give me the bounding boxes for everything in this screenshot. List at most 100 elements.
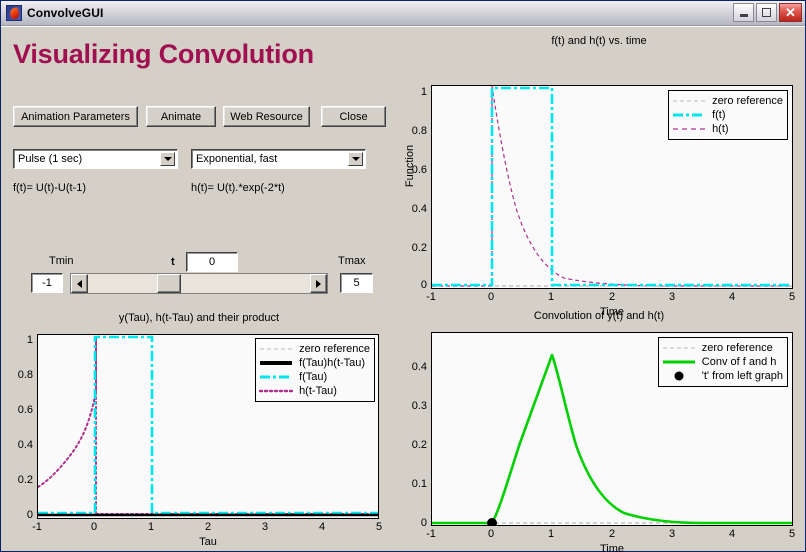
chart-product-axes: zero reference f(Tau)h(t-Tau) f(Tau) h(t… <box>37 334 379 519</box>
chart-ft-ht-title: f(t) and h(t) vs. time <box>551 35 647 47</box>
chevron-down-icon[interactable] <box>160 152 175 166</box>
ytick: 0 <box>420 517 427 529</box>
legend-item: f(Tau)h(t-Tau) <box>259 356 370 370</box>
xtick: 1 <box>547 528 555 540</box>
legend-label: f(Tau)h(t-Tau) <box>299 357 366 369</box>
legend-label: h(t) <box>712 123 729 135</box>
animation-parameters-button[interactable]: Animation Parameters <box>13 106 138 127</box>
minimize-button[interactable] <box>733 3 754 22</box>
tmax-value-field[interactable]: 5 <box>340 273 373 293</box>
title-bar: ConvolveGUI ✕ <box>1 1 805 26</box>
chart-product-legend: zero reference f(Tau)h(t-Tau) f(Tau) h(t… <box>255 338 375 402</box>
chart-convolution-title: Convolution of y(t) and h(t) <box>533 310 665 322</box>
client-area: Visualizing Convolution Animation Parame… <box>1 26 805 552</box>
chart-product-xlabel: Tau <box>199 536 217 548</box>
f-function-select[interactable]: Pulse (1 sec) <box>13 149 178 169</box>
f-function-select-value: Pulse (1 sec) <box>18 153 83 165</box>
legend-label: zero reference <box>712 95 783 107</box>
matlab-icon <box>6 5 22 21</box>
marker-swatch <box>662 370 696 382</box>
ytick: 0.1 <box>411 478 427 490</box>
zero-reference-swatch <box>672 95 706 107</box>
chart-ft-ht-legend: zero reference f(t) h(t) <box>668 90 788 140</box>
slider-right-arrow-button[interactable] <box>310 274 327 293</box>
xtick: -1 <box>426 291 436 303</box>
chart-convolution: Convolution of y(t) and h(t) 0.4 0.3 0.2… <box>397 310 801 552</box>
xtick: 4 <box>318 521 326 533</box>
web-resource-button[interactable]: Web Resource <box>223 106 310 127</box>
ytick: 0.3 <box>411 400 427 412</box>
tmax-label: Tmax <box>338 255 366 267</box>
t-label: t <box>171 256 175 268</box>
legend-item: 't' from left graph <box>662 369 783 383</box>
window-controls: ✕ <box>733 3 802 22</box>
chart-product-title: y(Tau), h(t-Tau) and their product <box>118 312 280 324</box>
close-button[interactable]: Close <box>321 106 386 127</box>
zero-reference-swatch <box>259 343 293 355</box>
legend-item: zero reference <box>259 342 370 356</box>
maximize-button[interactable] <box>756 3 777 22</box>
application-window: ConvolveGUI ✕ Visualizing Convolution An… <box>0 0 806 552</box>
maximize-icon <box>757 4 776 21</box>
ytick: 0.6 <box>17 404 33 416</box>
legend-item: f(Tau) <box>259 370 370 384</box>
ytick: 0.2 <box>411 242 427 254</box>
xtick: -1 <box>32 521 42 533</box>
ytick: 0 <box>26 509 33 521</box>
zero-reference-swatch <box>662 342 696 354</box>
legend-label: Conv of f and h <box>701 356 777 368</box>
ytick: 0.4 <box>411 203 427 215</box>
ytick: 0 <box>420 279 427 291</box>
legend-label: zero reference <box>701 342 773 354</box>
slider-left-arrow-button[interactable] <box>71 274 88 293</box>
legend-label: f(Tau) <box>299 371 328 383</box>
h-formula-text: h(t)= U(t).*exp(-2*t) <box>191 182 285 194</box>
chart-ft-ht-axes: zero reference f(t) h(t) <box>431 85 793 289</box>
product-swatch <box>259 357 293 369</box>
legend-item: zero reference <box>662 341 783 355</box>
ht-swatch <box>672 123 706 135</box>
xtick: 5 <box>788 528 796 540</box>
animate-button[interactable]: Animate <box>146 106 216 127</box>
time-slider[interactable] <box>70 273 328 294</box>
ytick: 1 <box>26 334 33 346</box>
close-window-button[interactable]: ✕ <box>779 3 802 22</box>
chart-convolution-xlabel: Time <box>599 543 625 552</box>
ytick: 0.2 <box>17 474 33 486</box>
chevron-down-icon[interactable] <box>348 152 363 166</box>
tmin-value-field[interactable]: -1 <box>31 273 63 293</box>
xtick: 4 <box>728 528 736 540</box>
legend-item: Conv of f and h <box>662 355 783 369</box>
ytick: 0.4 <box>17 439 33 451</box>
xtick: 5 <box>375 521 383 533</box>
xtick: 2 <box>608 291 616 303</box>
xtick: 2 <box>608 528 616 540</box>
chart-product: y(Tau), h(t-Tau) and their product 1 0.8… <box>5 312 393 552</box>
legend-label: zero reference <box>299 343 370 355</box>
t-value-field[interactable]: 0 <box>186 252 238 272</box>
ytick: 0.4 <box>411 361 427 373</box>
slider-track[interactable] <box>88 274 310 293</box>
h-function-select[interactable]: Exponential, fast <box>191 149 366 169</box>
xtick: 3 <box>668 291 676 303</box>
htminustau-swatch <box>259 385 294 397</box>
conv-swatch <box>662 356 696 368</box>
legend-label: 't' from left graph <box>701 370 783 382</box>
tmin-label: Tmin <box>49 255 74 267</box>
legend-label: f(t) <box>712 109 726 121</box>
f-formula-text: f(t)= U(t)-U(t-1) <box>13 182 87 194</box>
ytick: 0.2 <box>411 439 427 451</box>
xtick: 1 <box>147 521 155 533</box>
ytick: 0.6 <box>411 164 427 176</box>
h-function-select-value: Exponential, fast <box>196 153 278 165</box>
legend-item: zero reference <box>672 94 783 108</box>
ytick: 0.8 <box>17 369 33 381</box>
page-title: Visualizing Convolution <box>13 39 314 69</box>
xtick: 0 <box>487 291 495 303</box>
xtick: 2 <box>204 521 212 533</box>
slider-thumb[interactable] <box>156 274 181 293</box>
close-icon: ✕ <box>785 5 796 20</box>
chart-ft-ht: f(t) and h(t) vs. time Function 1 0.8 0.… <box>397 35 801 318</box>
minimize-icon <box>734 4 753 21</box>
legend-item: h(t) <box>672 122 783 136</box>
